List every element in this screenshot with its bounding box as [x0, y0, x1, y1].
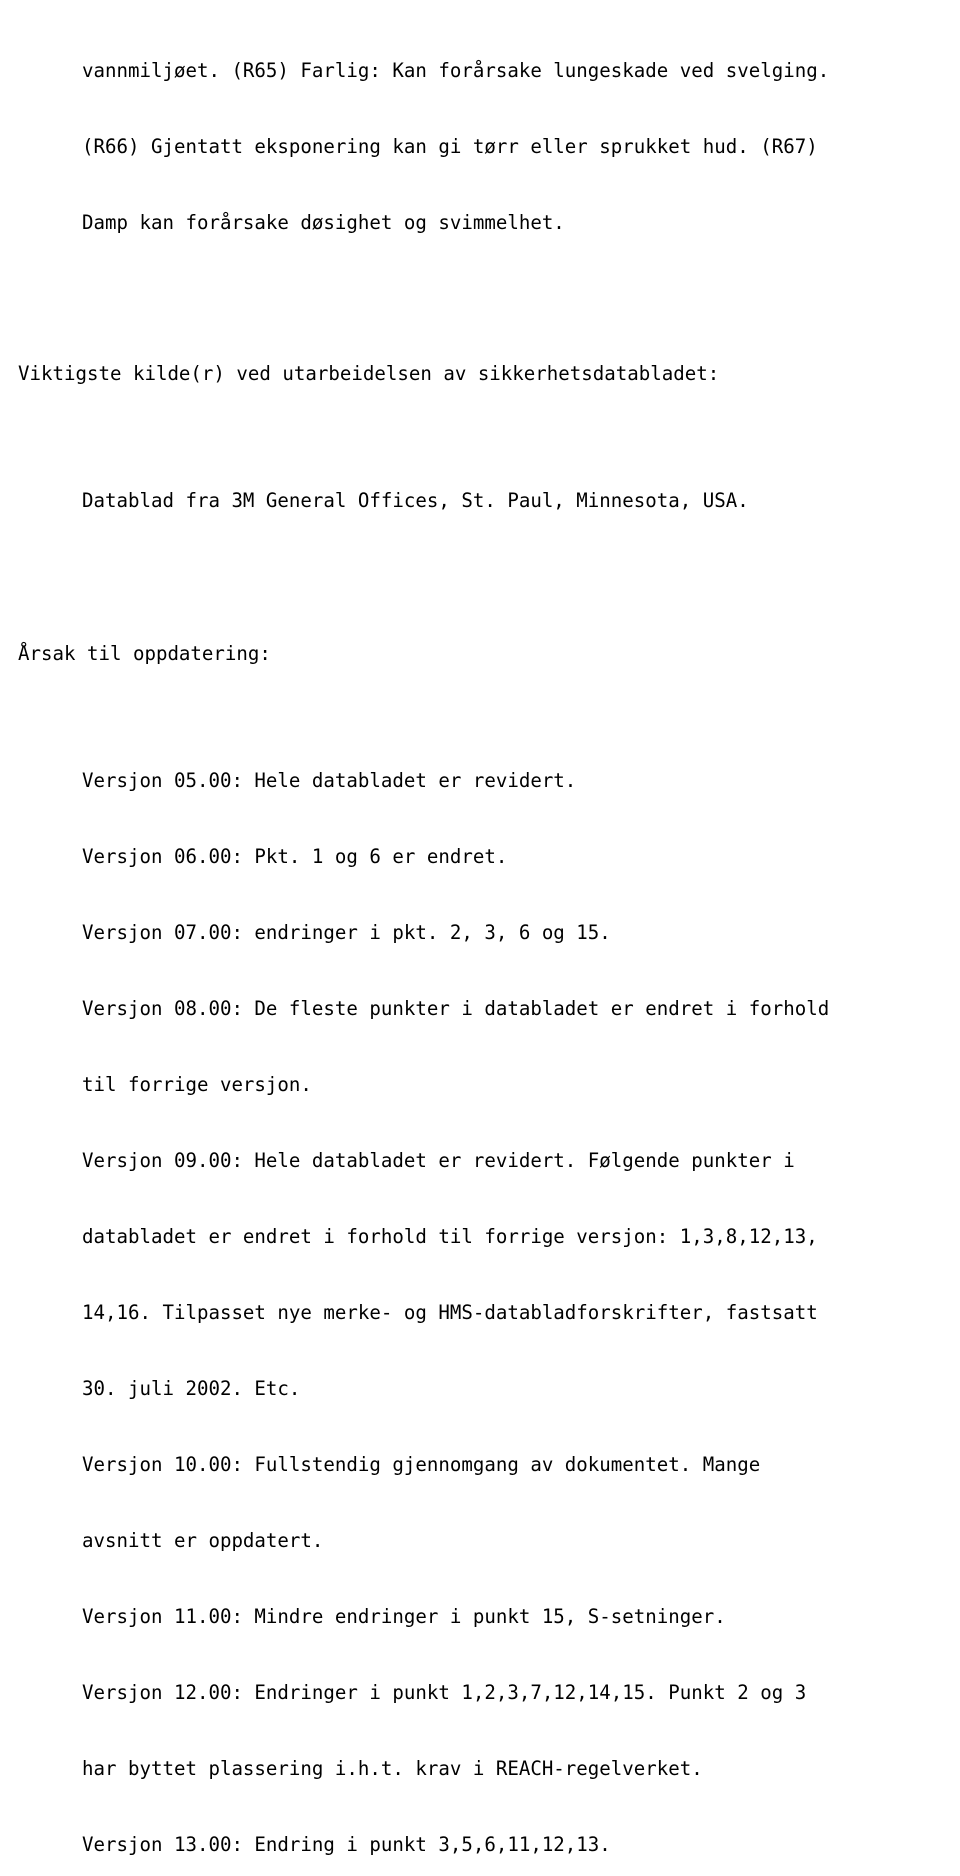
update-reason-entries: Versjon 05.00: Hele databladet er revide… [0, 717, 960, 1876]
version-entry-line: Versjon 10.00: Fullstendig gjennomgang a… [82, 1452, 761, 1476]
hazard-continuation-block: vannmiljøet. (R65) Farlig: Kan forårsake… [0, 0, 960, 286]
hazard-line: (R66) Gjentatt eksponering kan gi tørr e… [82, 134, 818, 158]
version-entry-line: til forrige versjon. [82, 1072, 312, 1096]
version-entry-line: databladet er endret i forhold til forri… [82, 1224, 818, 1248]
hazard-line: vannmiljøet. (R65) Farlig: Kan forårsake… [82, 58, 830, 82]
version-entry-line: 30. juli 2002. Etc. [82, 1376, 301, 1400]
version-entry-line: 14,16. Tilpasset nye merke- og HMS-datab… [82, 1300, 818, 1324]
sources-list: Datablad fra 3M General Offices, St. Pau… [0, 438, 960, 565]
version-entry-line: Versjon 05.00: Hele databladet er revide… [82, 768, 577, 792]
version-entry-line: Versjon 09.00: Hele databladet er revide… [82, 1148, 795, 1172]
sources-item: Datablad fra 3M General Offices, St. Pau… [82, 489, 749, 513]
version-entry-line: Versjon 08.00: De fleste punkter i datab… [82, 996, 830, 1020]
hazard-line: Damp kan forårsake døsighet og svimmelhe… [82, 210, 565, 234]
version-entry-line: har byttet plassering i.h.t. krav i REAC… [82, 1757, 703, 1781]
version-entry-line: Versjon 06.00: Pkt. 1 og 6 er endret. [82, 844, 508, 868]
sources-heading: Viktigste kilde(r) ved utarbeidelsen av … [0, 311, 960, 438]
version-entry-line: avsnitt er oppdatert. [82, 1528, 324, 1552]
version-entry-line: Versjon 12.00: Endringer i punkt 1,2,3,7… [82, 1681, 807, 1704]
version-entry-line: Versjon 13.00: Endring i punkt 3,5,6,11,… [82, 1833, 611, 1857]
update-reason-heading: Årsak til oppdatering: [0, 590, 960, 717]
version-entry-line: Versjon 11.00: Mindre endringer i punkt … [82, 1604, 726, 1628]
document-page: vannmiljøet. (R65) Farlig: Kan forårsake… [0, 0, 960, 1856]
version-entry-line: Versjon 07.00: endringer i pkt. 2, 3, 6 … [82, 920, 611, 944]
sources-heading-text: Viktigste kilde(r) ved utarbeidelsen av … [18, 362, 720, 386]
update-reason-heading-text: Årsak til oppdatering: [18, 641, 271, 665]
